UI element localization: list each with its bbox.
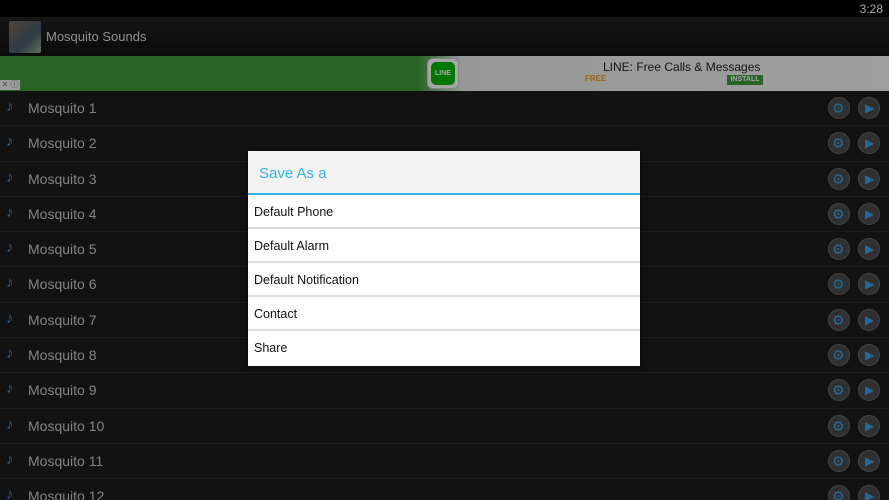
option-label: Share <box>254 341 288 355</box>
option-contact[interactable]: Contact <box>248 297 640 331</box>
option-label: Default Notification <box>254 273 359 287</box>
option-label: Default Alarm <box>254 239 330 253</box>
dialog-title: Save As a <box>259 165 327 182</box>
dialog-header: Save As a <box>248 151 640 195</box>
option-label: Contact <box>254 307 298 321</box>
save-as-dialog: Save As a Default Phone Default Alarm De… <box>248 151 640 366</box>
option-default-notification[interactable]: Default Notification <box>248 263 640 297</box>
option-share[interactable]: Share <box>248 331 640 365</box>
option-default-alarm[interactable]: Default Alarm <box>248 229 640 263</box>
option-default-phone[interactable]: Default Phone <box>248 195 640 229</box>
option-label: Default Phone <box>254 205 334 219</box>
